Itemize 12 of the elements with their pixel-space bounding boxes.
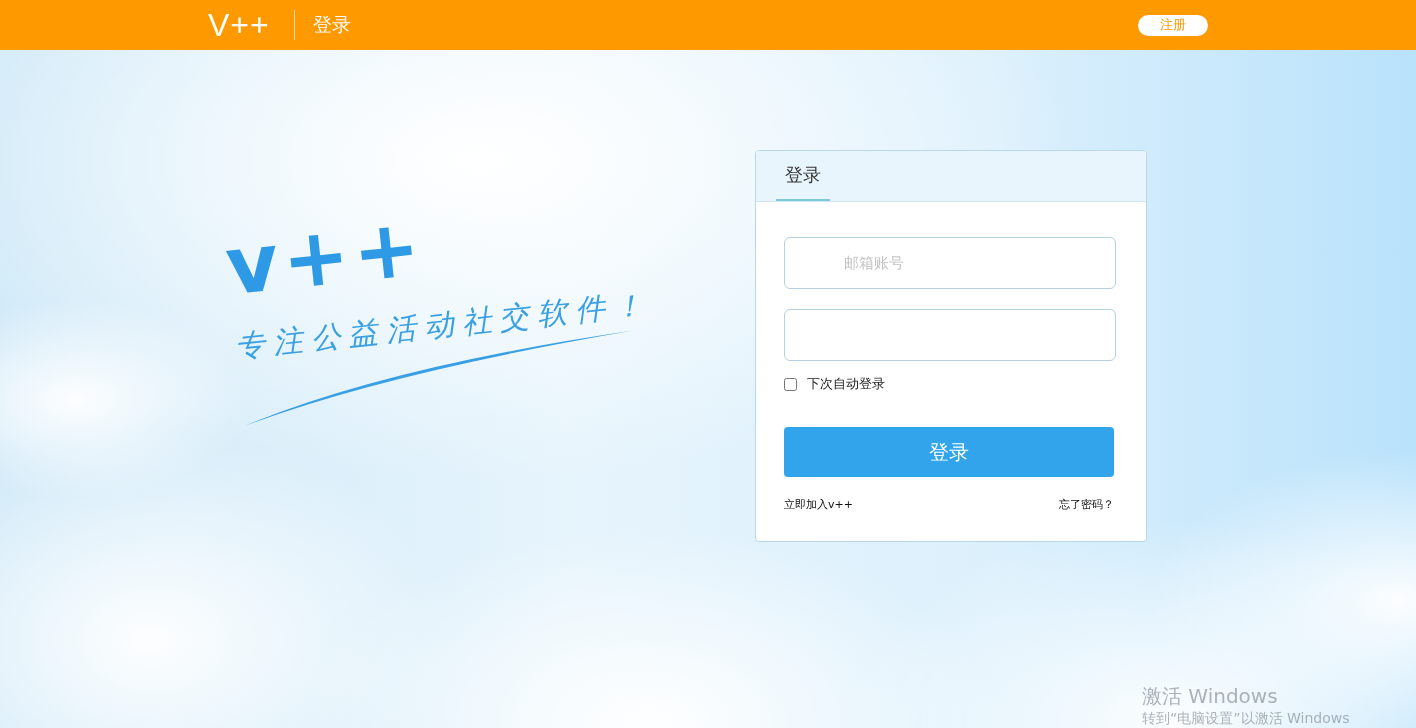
email-field[interactable]: 邮箱账号 xyxy=(784,237,1116,289)
activation-notice-title: 激活 Windows xyxy=(1142,683,1279,710)
remember-label: 下次自动登录 xyxy=(807,375,885,393)
logo-text: V++ xyxy=(208,6,270,44)
join-link[interactable]: 立即加入v++ xyxy=(784,497,853,512)
hero-logo-text: v++ xyxy=(222,199,429,308)
password-field[interactable] xyxy=(784,309,1116,361)
remember-checkbox[interactable] xyxy=(784,377,797,391)
activation-notice-text: 转到“电脑设置”以激活 Windows xyxy=(1142,710,1350,728)
forgot-password-link[interactable]: 忘了密码？ xyxy=(1059,497,1114,512)
page-title: 登录 xyxy=(312,12,351,37)
login-tab[interactable]: 登录 xyxy=(776,151,830,201)
